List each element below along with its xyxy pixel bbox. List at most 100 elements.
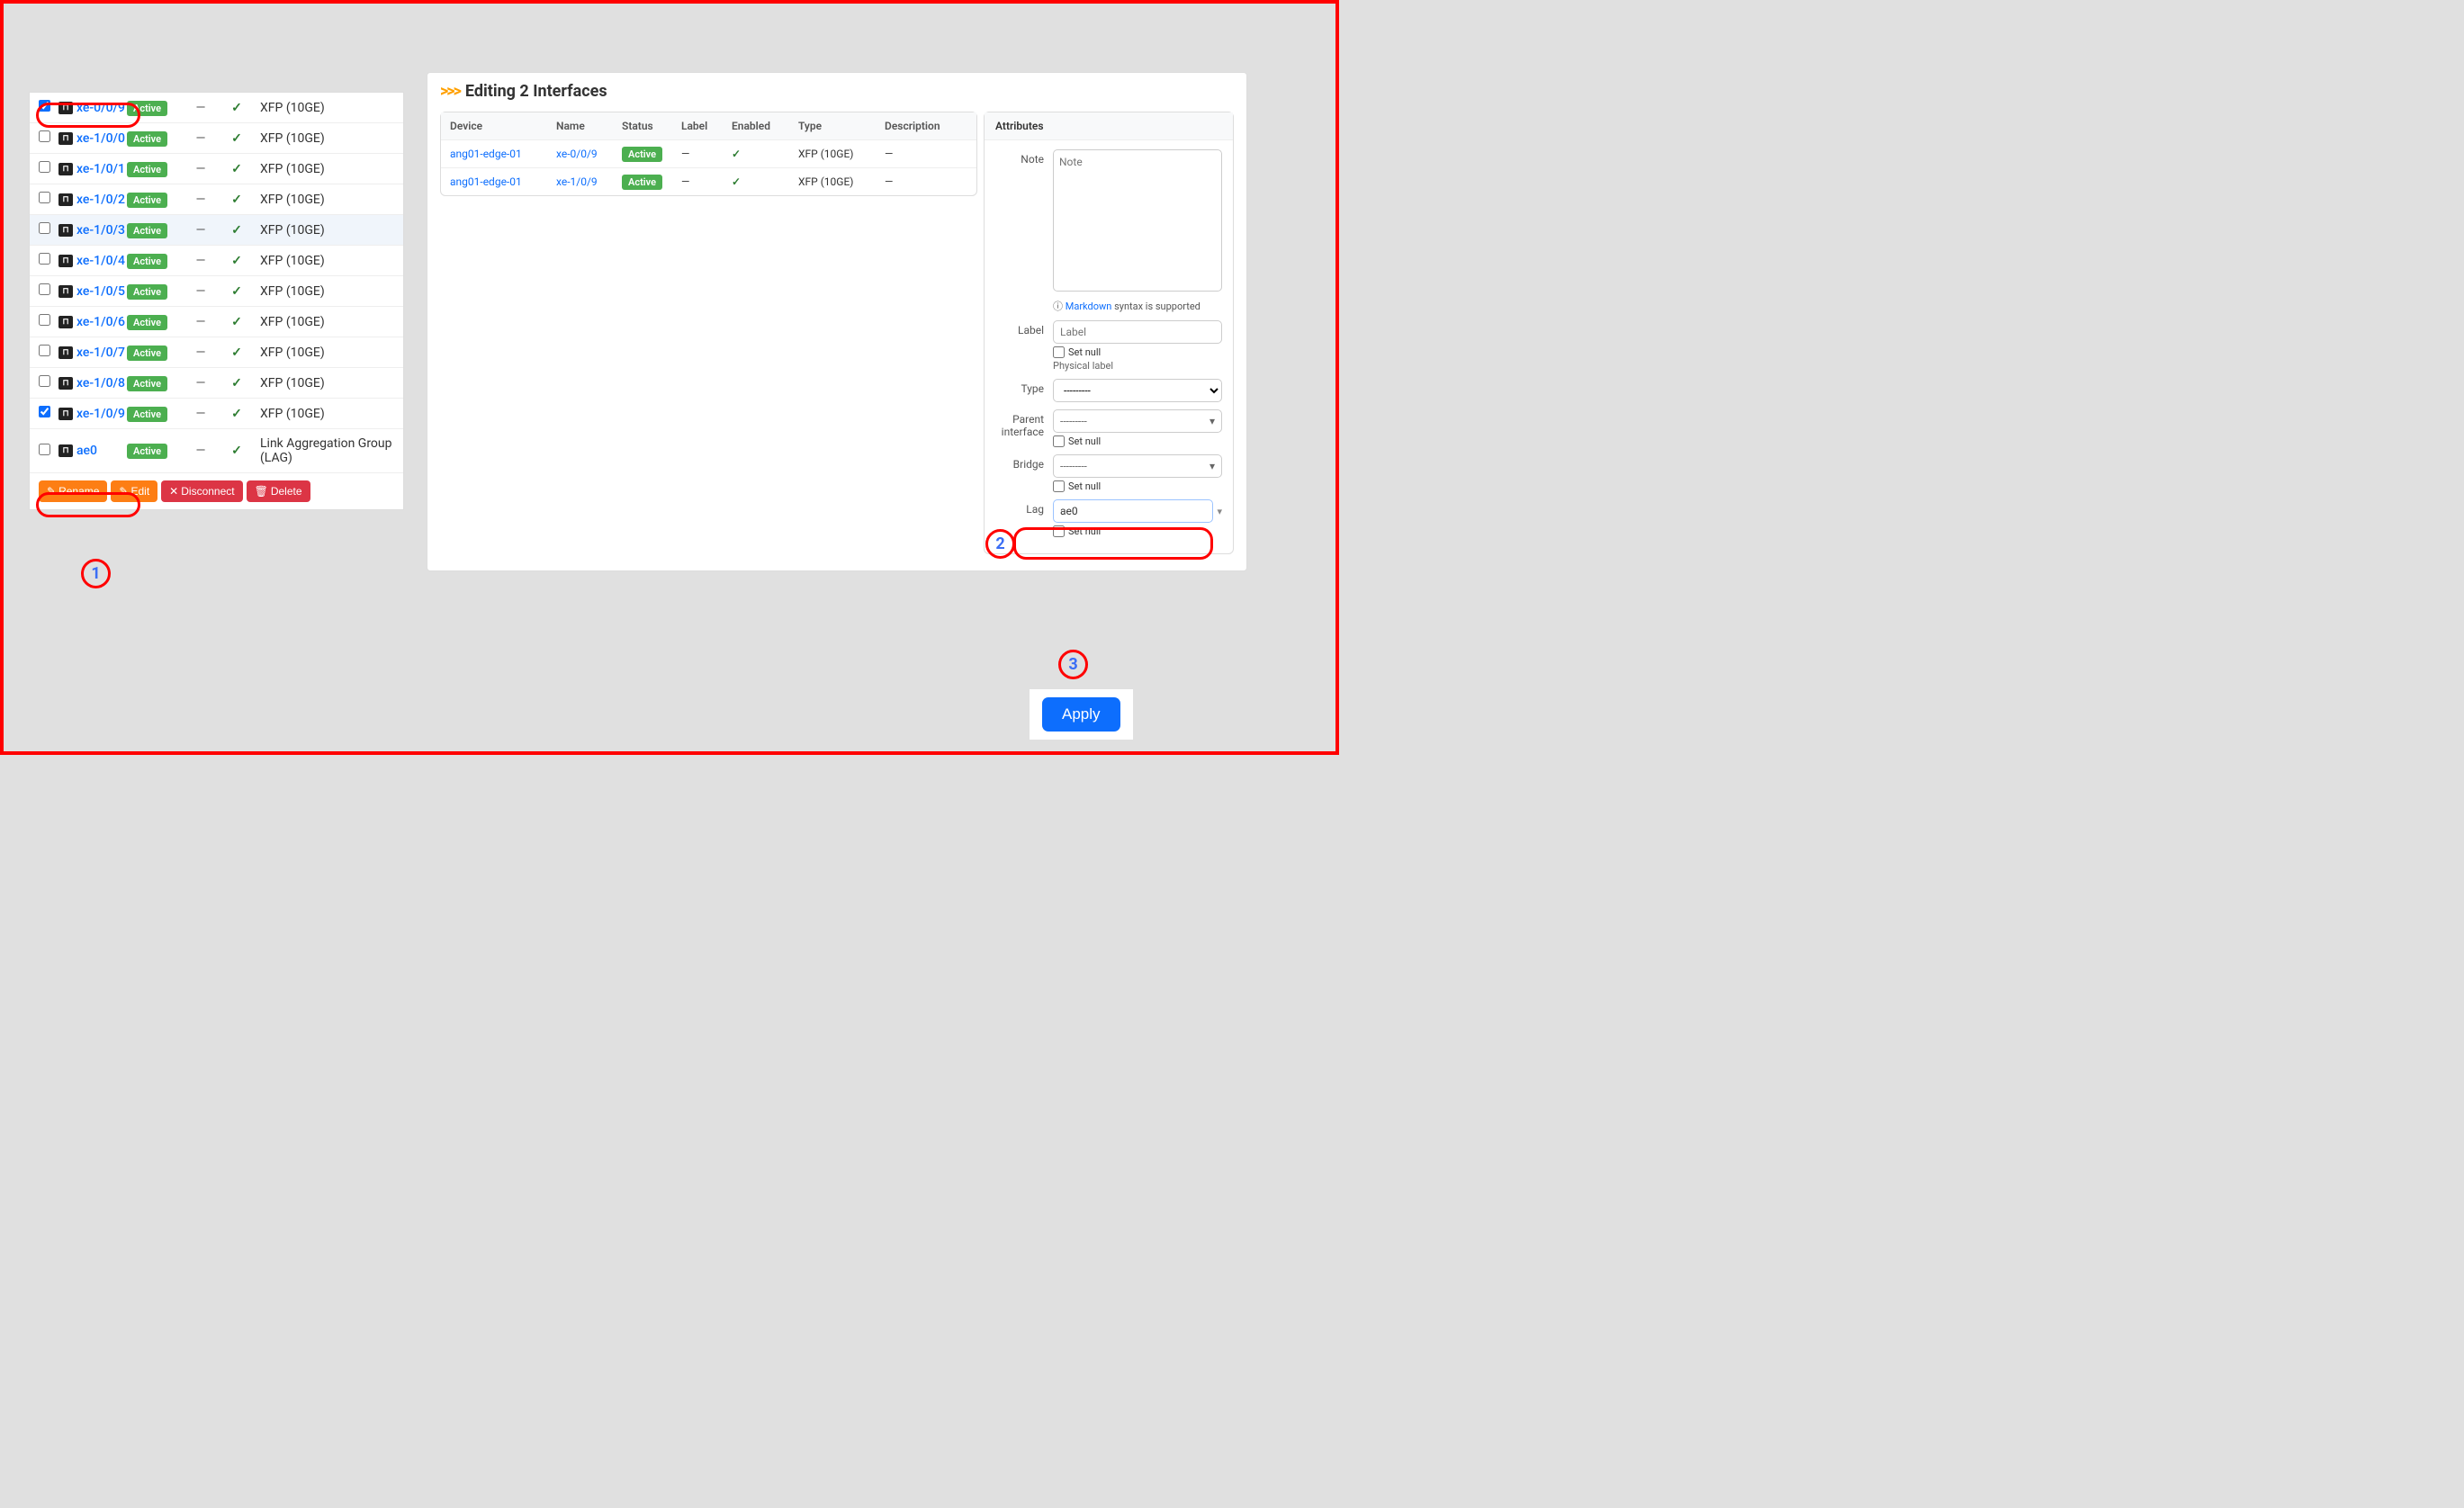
editing-panel: >>> Editing 2 Interfaces Device Name Sta… bbox=[427, 72, 1247, 571]
device-link[interactable]: ang01-edge-01 bbox=[450, 175, 522, 188]
device-link[interactable]: ang01-edge-01 bbox=[450, 148, 522, 160]
col-dash: — bbox=[183, 315, 219, 329]
row-checkbox[interactable] bbox=[39, 161, 50, 173]
interface-row: ⊓ xe-1/0/0Active—✓XFP (10GE) bbox=[30, 123, 403, 154]
interface-type: Link Aggregation Group (LAG) bbox=[255, 436, 394, 465]
row-checkbox[interactable] bbox=[39, 130, 50, 142]
row-checkbox[interactable] bbox=[39, 253, 50, 265]
annotation-3: 3 bbox=[1058, 650, 1088, 679]
interface-row: ⊓ xe-1/0/6Active—✓XFP (10GE) bbox=[30, 307, 403, 337]
interface-name-link[interactable]: xe-1/0/8 bbox=[76, 376, 127, 390]
edit-table-row: ang01-edge-01xe-0/0/9Active—✓XFP (10GE)— bbox=[441, 140, 976, 168]
row-checkbox[interactable] bbox=[39, 444, 50, 455]
note-textarea[interactable] bbox=[1053, 149, 1222, 292]
chevron-down-icon: ▾ bbox=[1210, 460, 1215, 472]
interface-name-link[interactable]: xe-1/0/9 bbox=[76, 407, 127, 421]
status-badge: Active bbox=[127, 346, 167, 361]
label-label: Label bbox=[995, 320, 1053, 372]
trash-icon: 🗑 bbox=[255, 485, 268, 498]
row-checkbox[interactable] bbox=[39, 375, 50, 387]
interface-type: XFP (10GE) bbox=[255, 284, 394, 299]
ethernet-icon: ⊓ bbox=[58, 408, 73, 420]
parent-setnull-checkbox[interactable] bbox=[1053, 435, 1065, 447]
col-device: Device bbox=[450, 120, 556, 132]
delete-button[interactable]: 🗑 Delete bbox=[247, 480, 310, 502]
col-dash: — bbox=[183, 193, 219, 207]
editing-interfaces-table: Device Name Status Label Enabled Type De… bbox=[440, 112, 977, 196]
ethernet-icon: ⊓ bbox=[58, 285, 73, 298]
status-badge: Active bbox=[127, 223, 167, 238]
plug-icon: ✕ bbox=[169, 485, 178, 498]
interface-name-link[interactable]: xe-1/0/2 bbox=[76, 193, 127, 207]
col-dash: — bbox=[183, 444, 219, 458]
physical-label-text: Physical label bbox=[1053, 360, 1222, 372]
col-status: Status bbox=[622, 120, 681, 132]
col-type: Type bbox=[798, 120, 885, 132]
status-badge: Active bbox=[622, 147, 662, 162]
row-checkbox[interactable] bbox=[39, 283, 50, 295]
check-icon: ✓ bbox=[231, 223, 242, 238]
edit-button[interactable]: ✎ Edit bbox=[111, 480, 157, 502]
ethernet-icon: ⊓ bbox=[58, 444, 73, 457]
interface-row: ⊓ xe-1/0/4Active—✓XFP (10GE) bbox=[30, 246, 403, 276]
status-badge: Active bbox=[127, 284, 167, 300]
col-enabled: Enabled bbox=[732, 120, 798, 132]
interface-row: ⊓ xe-0/0/9Active—✓XFP (10GE) bbox=[30, 93, 403, 123]
col-dash: — bbox=[183, 284, 219, 299]
label-setnull-checkbox[interactable] bbox=[1053, 346, 1065, 358]
row-checkbox[interactable] bbox=[39, 406, 50, 417]
info-icon: ⓘ bbox=[1053, 301, 1063, 312]
check-icon: ✓ bbox=[231, 376, 242, 390]
disconnect-button[interactable]: ✕ Disconnect bbox=[161, 480, 242, 502]
lag-select[interactable]: ae0 bbox=[1053, 499, 1213, 523]
interface-name-link[interactable]: xe-1/0/7 bbox=[76, 346, 127, 360]
interface-row: ⊓ ae0Active—✓Link Aggregation Group (LAG… bbox=[30, 429, 403, 473]
lag-setnull-checkbox[interactable] bbox=[1053, 525, 1065, 537]
markdown-link[interactable]: Markdown bbox=[1066, 301, 1112, 312]
interface-type: XFP (10GE) bbox=[255, 162, 394, 176]
interface-type: XFP (10GE) bbox=[255, 407, 394, 421]
interface-name-link[interactable]: xe-1/0/1 bbox=[76, 162, 127, 176]
chevron-down-icon: ▾ bbox=[1210, 415, 1215, 427]
check-icon: ✓ bbox=[732, 175, 741, 188]
check-icon: ✓ bbox=[231, 315, 242, 329]
bridge-select[interactable]: ---------▾ bbox=[1053, 454, 1222, 478]
type-select[interactable]: --------- bbox=[1053, 379, 1222, 402]
bridge-setnull-checkbox[interactable] bbox=[1053, 480, 1065, 492]
editing-title: >>> Editing 2 Interfaces bbox=[440, 82, 1234, 101]
parent-interface-select[interactable]: ---------▾ bbox=[1053, 409, 1222, 433]
row-checkbox[interactable] bbox=[39, 192, 50, 203]
edit-table-row: ang01-edge-01xe-1/0/9Active—✓XFP (10GE)— bbox=[441, 168, 976, 195]
row-checkbox[interactable] bbox=[39, 345, 50, 356]
status-badge: Active bbox=[127, 254, 167, 269]
check-icon: ✓ bbox=[732, 148, 741, 160]
iface-link[interactable]: xe-0/0/9 bbox=[556, 148, 598, 160]
check-icon: ✓ bbox=[231, 131, 242, 146]
interface-name-link[interactable]: xe-1/0/5 bbox=[76, 284, 127, 299]
row-checkbox[interactable] bbox=[39, 100, 50, 112]
ethernet-icon: ⊓ bbox=[58, 316, 73, 328]
interface-name-link[interactable]: xe-1/0/0 bbox=[76, 131, 127, 146]
interface-name-link[interactable]: xe-1/0/3 bbox=[76, 223, 127, 238]
status-badge: Active bbox=[622, 175, 662, 190]
interface-type: XFP (10GE) bbox=[255, 376, 394, 390]
col-dash: — bbox=[183, 131, 219, 146]
parent-interface-label: Parent interface bbox=[995, 409, 1053, 447]
rename-button[interactable]: ✎ Rename bbox=[39, 480, 107, 502]
col-dash: — bbox=[183, 346, 219, 360]
interface-name-link[interactable]: xe-1/0/6 bbox=[76, 315, 127, 329]
interface-row: ⊓ xe-1/0/9Active—✓XFP (10GE) bbox=[30, 399, 403, 429]
chevron-down-icon: ▾ bbox=[1217, 506, 1222, 517]
row-checkbox[interactable] bbox=[39, 314, 50, 326]
col-label: Label bbox=[681, 120, 732, 132]
interface-name-link[interactable]: ae0 bbox=[76, 444, 127, 458]
apply-button[interactable]: Apply bbox=[1042, 697, 1120, 732]
interface-name-link[interactable]: xe-1/0/4 bbox=[76, 254, 127, 268]
check-icon: ✓ bbox=[231, 162, 242, 176]
check-icon: ✓ bbox=[231, 101, 242, 115]
label-input[interactable] bbox=[1053, 320, 1222, 344]
check-icon: ✓ bbox=[231, 444, 242, 458]
interface-name-link[interactable]: xe-0/0/9 bbox=[76, 101, 127, 115]
row-checkbox[interactable] bbox=[39, 222, 50, 234]
iface-link[interactable]: xe-1/0/9 bbox=[556, 175, 598, 188]
